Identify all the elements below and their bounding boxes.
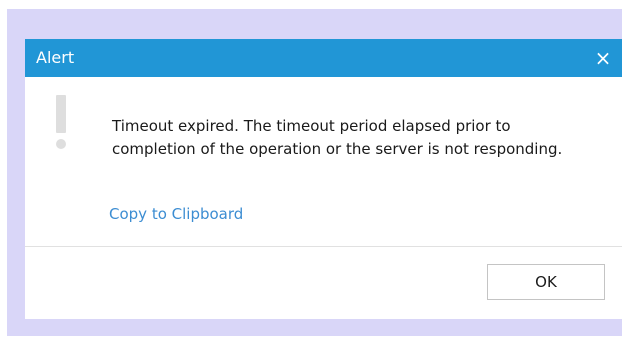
alert-dialog: Alert × Timeout expired. The timeout per… [25,39,622,319]
ok-button[interactable]: OK [487,264,605,300]
dialog-title: Alert [36,48,75,67]
alert-message: Timeout expired. The timeout period elap… [112,117,563,158]
close-icon[interactable]: × [590,43,616,73]
dialog-titlebar: Alert × [25,39,622,77]
copy-to-clipboard-link[interactable]: Copy to Clipboard [109,204,243,224]
exclamation-icon [54,95,68,153]
footer-divider [25,246,622,247]
